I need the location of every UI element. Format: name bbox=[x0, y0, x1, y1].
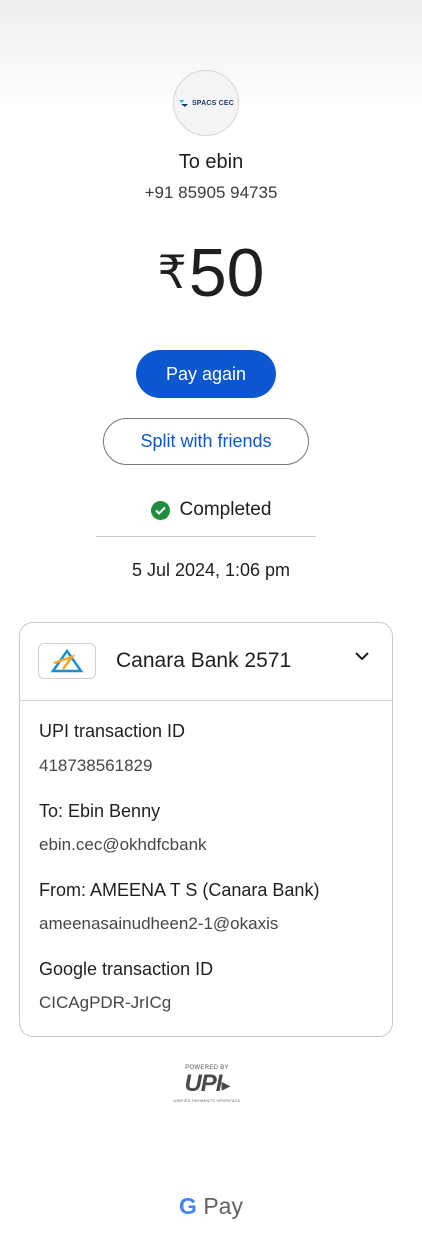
upi-transaction-id-label: UPI transaction ID bbox=[39, 721, 186, 741]
to-upi-id: ebin.cec@okhdfcbank bbox=[39, 835, 207, 854]
bank-name: Canara Bank 2571 bbox=[116, 649, 292, 672]
gpay-text: Pay bbox=[203, 1193, 243, 1219]
bank-account-header[interactable]: Canara Bank 2571 bbox=[20, 623, 392, 701]
status-row: Completed bbox=[0, 499, 422, 521]
from-label: From: AMEENA T S (Canara Bank) bbox=[39, 880, 320, 900]
google-pay-logo: G Pay bbox=[0, 1193, 422, 1220]
chevron-down-icon[interactable] bbox=[354, 651, 370, 661]
spacs-logo-icon bbox=[178, 100, 188, 107]
split-with-friends-button[interactable]: Split with friends bbox=[103, 418, 309, 465]
avatar: SPACS CEC bbox=[173, 70, 239, 136]
from-upi-id: ameenasainudheen2-1@okaxis bbox=[39, 914, 279, 933]
divider bbox=[96, 536, 316, 537]
google-transaction-id-label: Google transaction ID bbox=[39, 959, 214, 979]
recipient-phone: +91 85905 94735 bbox=[144, 183, 278, 202]
transaction-date: 5 Jul 2024, 1:06 pm bbox=[131, 560, 291, 580]
status-label: Completed bbox=[179, 499, 272, 520]
google-transaction-id-value: CICAgPDR-JrICg bbox=[39, 993, 172, 1012]
upi-wordmark: UPI▸ bbox=[184, 1070, 230, 1097]
canara-bank-logo-icon bbox=[38, 643, 96, 679]
upi-logo-icon: POWERED BY UPI▸ UNIFIED PAYMENTS INTERFA… bbox=[171, 1065, 243, 1103]
check-circle-icon bbox=[150, 500, 170, 520]
currency-symbol: ₹ bbox=[157, 246, 187, 298]
upi-subtitle: UNIFIED PAYMENTS INTERFACE bbox=[173, 1098, 241, 1103]
pay-again-button[interactable]: Pay again bbox=[136, 350, 276, 398]
amount-value: 50 bbox=[188, 235, 265, 311]
recipient-name: To ebin bbox=[178, 151, 244, 173]
amount: ₹50 bbox=[0, 232, 422, 313]
avatar-logo-text: SPACS CEC bbox=[191, 99, 235, 107]
transaction-details-card: Canara Bank 2571 UPI transaction ID 4187… bbox=[19, 622, 393, 1037]
to-label: To: Ebin Benny bbox=[39, 801, 161, 821]
upi-transaction-id-value: 418738561829 bbox=[39, 756, 153, 775]
google-g-icon: G bbox=[179, 1193, 197, 1219]
